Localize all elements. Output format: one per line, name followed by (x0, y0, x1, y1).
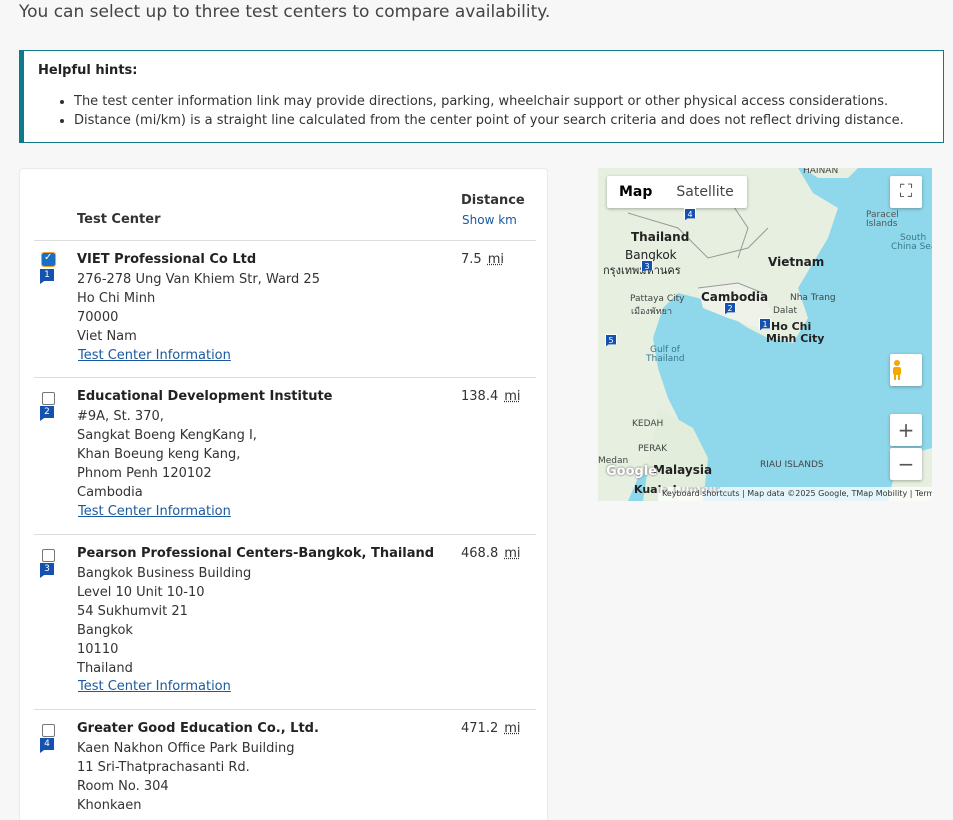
map-view[interactable]: Map Satellite ⛶ + − Thailand Bangkok กรุ… (598, 168, 932, 501)
map-label-bangkok: Bangkok (625, 248, 677, 262)
helpful-hints-panel: Helpful hints: The test center informati… (19, 50, 944, 143)
center-address: Kaen Nakhon Office Park Building 11 Sri-… (77, 741, 295, 813)
table-row: 4 Greater Good Education Co., Ltd. Kaen … (34, 710, 536, 820)
table-row: 1 VIET Professional Co Ltd 276-278 Ung V… (34, 241, 536, 378)
center-address: #9A, St. 370, Sangkat Boeng KengKang I, … (77, 409, 257, 500)
hint-item: Distance (mi/km) is a straight line calc… (74, 111, 904, 130)
map-marker-icon: 2 (40, 406, 54, 421)
pegman-icon[interactable] (890, 354, 922, 386)
google-logo: Google (606, 464, 658, 479)
map-marker-icon: 3 (40, 563, 54, 578)
map-marker-icon: 4 (40, 738, 54, 753)
select-checkbox[interactable] (42, 392, 55, 405)
map-label-pattaya-thai: เมืองพัทยา (631, 307, 673, 317)
satellite-tab[interactable]: Satellite (664, 176, 745, 208)
map-tab[interactable]: Map (607, 176, 664, 208)
zoom-in-button[interactable]: + (890, 414, 922, 446)
map-label-vietnam: Vietnam (768, 255, 825, 269)
map-label-dalat: Dalat (773, 306, 797, 316)
test-center-results: Test Center Distance Show km 1 VIET Prof… (19, 168, 548, 820)
column-header-test-center: Test Center (77, 212, 161, 227)
test-center-information-link[interactable]: Test Center Information (78, 348, 231, 363)
select-checkbox[interactable] (42, 724, 55, 737)
map-label-hcmc: Minh City (766, 332, 825, 345)
map-label-riau: RIAU ISLANDS (760, 460, 824, 470)
fullscreen-icon[interactable]: ⛶ (890, 176, 922, 208)
map-label-south-china-sea: China Sea (891, 242, 932, 252)
map-type-toggle: Map Satellite (607, 176, 747, 208)
distance-value: 468.8 mi (461, 546, 521, 561)
map-label-paracel: Islands (866, 219, 898, 229)
map-label-kedah: KEDAH (632, 419, 664, 429)
map-label-nha-trang: Nha Trang (790, 293, 836, 303)
hint-item: The test center information link may pro… (74, 92, 904, 111)
select-checkbox[interactable] (41, 252, 56, 267)
select-checkbox[interactable] (42, 549, 55, 562)
map-label-malaysia: Malaysia (653, 463, 713, 477)
hints-list: The test center information link may pro… (74, 92, 904, 130)
table-row: 2 Educational Development Institute #9A,… (34, 378, 536, 535)
center-name: Educational Development Institute (77, 389, 333, 404)
distance-value: 471.2 mi (461, 721, 521, 736)
distance-value: 138.4 mi (461, 389, 521, 404)
distance-value: 7.5 mi (461, 252, 504, 267)
map-label-pattaya: Pattaya City (630, 294, 685, 304)
map-label-perak: PERAK (638, 444, 668, 454)
zoom-out-button[interactable]: − (890, 448, 922, 480)
map-label-cambodia: Cambodia (701, 290, 769, 304)
hints-title: Helpful hints: (38, 63, 138, 78)
center-name: Greater Good Education Co., Ltd. (77, 721, 319, 736)
table-row: 3 Pearson Professional Centers-Bangkok, … (34, 535, 536, 710)
test-center-information-link[interactable]: Test Center Information (78, 504, 231, 519)
map-attribution[interactable]: Keyboard shortcuts | Map data ©2025 Goog… (658, 487, 932, 501)
test-center-information-link[interactable]: Test Center Information (78, 679, 231, 694)
center-address: Bangkok Business Building Level 10 Unit … (77, 566, 252, 676)
center-name: Pearson Professional Centers-Bangkok, Th… (77, 546, 435, 561)
show-km-link[interactable]: Show km (462, 213, 517, 227)
center-name: VIET Professional Co Ltd (77, 252, 257, 267)
map-label-gulf: Thailand (646, 354, 685, 364)
intro-text: You can select up to three test centers … (19, 2, 551, 22)
map-marker-icon: 1 (40, 269, 54, 284)
map-label-hainan: HAINAN (803, 168, 839, 176)
center-address: 276-278 Ung Van Khiem Str, Ward 25 Ho Ch… (77, 272, 320, 344)
map-label-thailand: Thailand (631, 230, 690, 244)
column-header-distance: Distance (461, 193, 525, 208)
pegman-figure (893, 360, 901, 380)
